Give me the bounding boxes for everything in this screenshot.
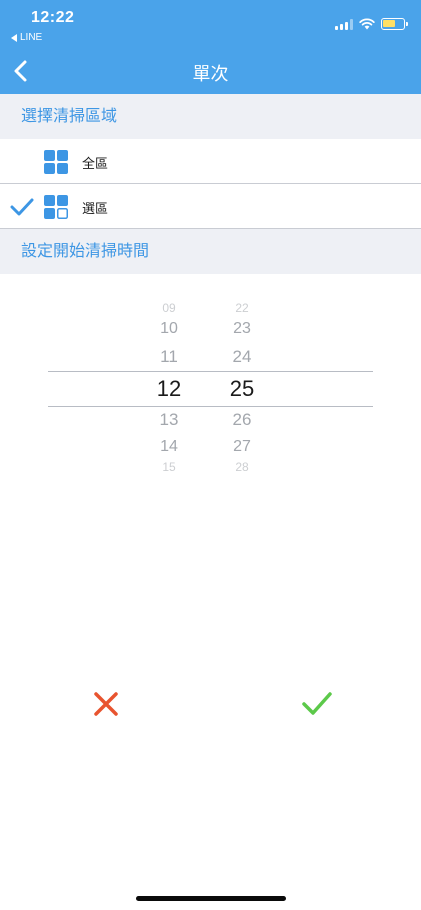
app-header: 12:22 LINE 單次 <box>0 0 421 94</box>
hour-option[interactable]: 14 <box>139 438 199 456</box>
time-picker[interactable]: 09 10 11 12 13 14 15 22 23 24 25 26 27 2… <box>0 290 421 480</box>
battery-icon <box>381 18 408 30</box>
minute-option[interactable]: 28 <box>212 460 272 474</box>
minute-option[interactable]: 24 <box>212 347 272 367</box>
minute-option[interactable]: 27 <box>212 438 272 456</box>
check-icon <box>10 198 34 216</box>
area-option-full[interactable]: 全區 <box>0 139 421 184</box>
back-triangle-icon <box>11 33 17 42</box>
picker-selection-bottom-line <box>48 406 373 407</box>
minute-option[interactable]: 22 <box>212 301 272 315</box>
hour-option[interactable]: 11 <box>139 347 199 367</box>
status-indicators <box>335 18 408 30</box>
minute-option[interactable]: 26 <box>212 410 272 430</box>
back-to-app-link[interactable]: LINE <box>11 32 42 43</box>
minute-option[interactable]: 23 <box>212 320 272 338</box>
page-title: 單次 <box>192 64 229 84</box>
hour-option[interactable]: 10 <box>139 320 199 338</box>
confirm-button[interactable] <box>297 684 337 724</box>
check-icon <box>302 692 332 715</box>
hour-option-selected[interactable]: 12 <box>139 376 199 402</box>
area-section-title: 選擇清掃區域 <box>0 94 421 139</box>
close-icon <box>94 692 118 716</box>
grid-full-icon <box>44 150 68 174</box>
hour-option[interactable]: 13 <box>139 410 199 430</box>
grid-partial-icon <box>44 195 68 219</box>
hour-option[interactable]: 15 <box>139 460 199 474</box>
area-option-selected[interactable]: 選區 <box>0 184 421 229</box>
wifi-icon <box>359 18 375 30</box>
hour-option[interactable]: 09 <box>139 301 199 315</box>
status-time: 12:22 <box>31 9 75 26</box>
home-indicator <box>136 896 286 901</box>
back-app-label: LINE <box>20 32 43 43</box>
minute-option-selected[interactable]: 25 <box>212 376 272 402</box>
picker-selection-top-line <box>48 371 373 372</box>
area-option-label: 全區 <box>82 156 109 171</box>
signal-icon <box>335 18 353 30</box>
time-section-title: 設定開始清掃時間 <box>0 229 421 274</box>
cancel-button[interactable] <box>86 684 126 724</box>
battery-fill <box>383 20 395 27</box>
area-option-label: 選區 <box>82 201 109 216</box>
